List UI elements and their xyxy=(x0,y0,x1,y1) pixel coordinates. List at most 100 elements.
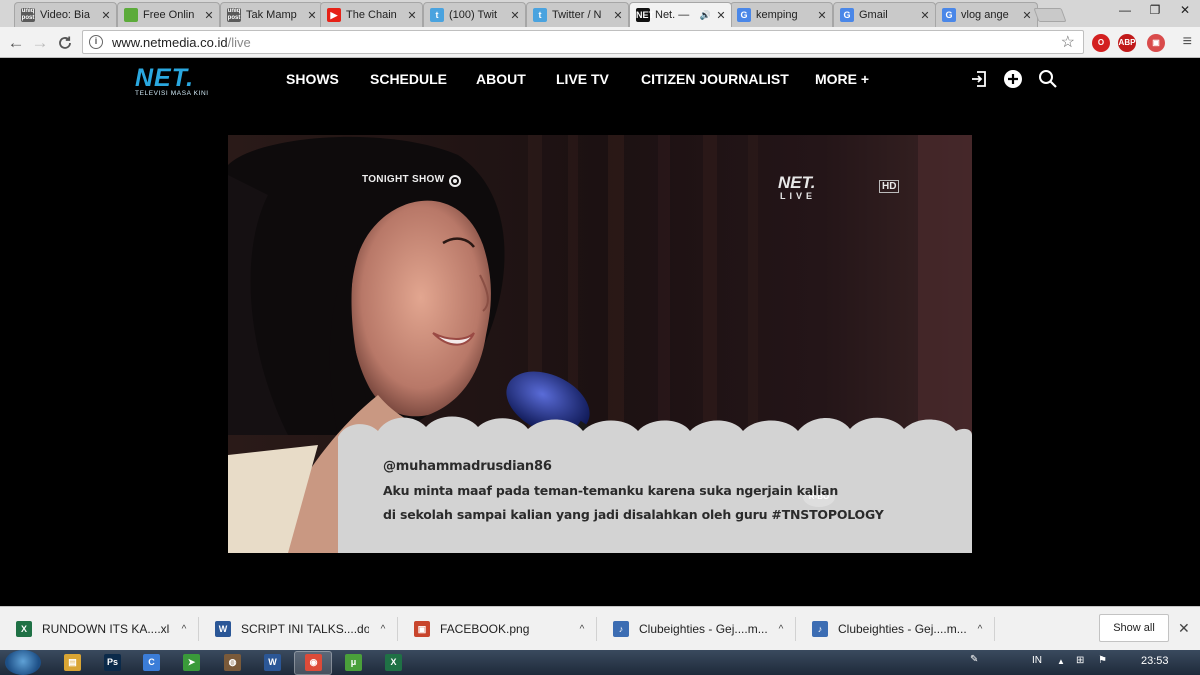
show-all-button[interactable]: Show all xyxy=(1099,614,1169,642)
photoshop-icon[interactable]: Ps xyxy=(104,654,121,671)
browser-tab[interactable]: Free Onlin ✕ xyxy=(117,2,220,27)
tab-close-icon[interactable]: ✕ xyxy=(919,9,931,22)
net-logo[interactable]: NET. TELEVISI MASA KINI xyxy=(135,66,227,98)
add-circle-icon[interactable] xyxy=(1003,69,1023,89)
start-button[interactable] xyxy=(5,650,41,675)
tab-close-icon[interactable]: ✕ xyxy=(509,9,521,22)
download-item[interactable]: W SCRIPT INI TALKS....docx ^ xyxy=(199,617,398,641)
net-icon: NET xyxy=(636,8,654,22)
browser-tab[interactable]: uniq post Video: Bia ✕ xyxy=(14,2,117,27)
word-icon[interactable]: W xyxy=(264,654,281,671)
word-file-icon: W xyxy=(215,621,231,637)
twitter-icon: t xyxy=(430,8,444,22)
new-tab-button[interactable] xyxy=(1033,8,1067,22)
nav-more[interactable]: MORE + xyxy=(815,71,869,87)
tab-title: Net. — xyxy=(655,9,690,21)
tab-title: Twitter / N xyxy=(552,9,602,21)
download-item[interactable]: ♪ Clubeighties - Gej....m... ^ xyxy=(597,617,796,641)
language-indicator[interactable]: IN xyxy=(1032,655,1042,666)
chevron-up-icon[interactable]: ^ xyxy=(369,624,397,635)
bookmark-star-icon[interactable]: ☆ xyxy=(1061,32,1075,52)
window-minimize-button[interactable]: — xyxy=(1110,0,1140,20)
back-button[interactable]: ← xyxy=(5,32,27,54)
close-download-bar-icon[interactable]: ✕ xyxy=(1178,620,1190,637)
reload-button[interactable] xyxy=(54,32,76,54)
browser-tab[interactable]: G Gmail ✕ xyxy=(833,2,936,27)
tab-close-icon[interactable]: ✕ xyxy=(612,9,624,22)
tab-close-icon[interactable]: ✕ xyxy=(203,9,215,22)
browser-tab[interactable]: uniq post Tak Mamp ✕ xyxy=(220,2,323,27)
window-close-button[interactable]: ✕ xyxy=(1170,0,1200,20)
download-arrow-icon xyxy=(124,8,138,22)
network-icon[interactable]: ⊞ xyxy=(1076,655,1084,666)
tray-expand-icon[interactable]: ▲ xyxy=(1057,657,1065,666)
clock[interactable]: 23:53 xyxy=(1141,655,1169,667)
arrow-app-icon[interactable]: ➤ xyxy=(183,654,200,671)
browser-tab[interactable]: Gkemping ✕ xyxy=(730,2,833,27)
site-info-icon[interactable]: i xyxy=(89,35,103,49)
adblock-ext-icon[interactable]: ABP xyxy=(1118,34,1136,52)
logo-wordmark: NET. xyxy=(135,64,195,92)
download-filename: FACEBOOK.png xyxy=(440,622,530,636)
nav-about[interactable]: ABOUT xyxy=(476,71,526,87)
nav-live-tv[interactable]: LIVE TV xyxy=(556,71,609,87)
tab-close-icon[interactable]: ✕ xyxy=(1021,9,1033,22)
google-icon: G xyxy=(840,8,854,22)
windows-taskbar: ▤ Ps C ➤ ◍ W ◉ μ X ✎ IN ▲ ⊞ ⚑ 23:53 xyxy=(0,650,1200,675)
download-filename: SCRIPT INI TALKS....docx xyxy=(241,622,369,636)
screen: uniq post Video: Bia ✕ Free Onlin ✕ uniq post… xyxy=(0,0,1200,675)
browser-tab[interactable]: ▶ The Chain ✕ xyxy=(320,2,423,27)
tab-close-icon[interactable]: ✕ xyxy=(306,9,318,22)
search-icon[interactable] xyxy=(1038,69,1058,89)
logo-tagline: TELEVISI MASA KINI xyxy=(135,90,209,97)
browser-tab[interactable]: t Twitter / N ✕ xyxy=(526,2,629,27)
browser-toolbar: ← → i www.netmedia.co.id/live ☆ O ABP ▣ ≡ xyxy=(0,27,1200,58)
tray-pen-icon[interactable]: ✎ xyxy=(970,654,978,665)
tab-close-icon[interactable]: ✕ xyxy=(406,9,418,22)
address-bar[interactable]: i www.netmedia.co.id/live ☆ xyxy=(82,30,1084,54)
excel-icon[interactable]: X xyxy=(385,654,402,671)
browser-tab-strip: uniq post Video: Bia ✕ Free Onlin ✕ uniq post… xyxy=(0,0,1200,27)
download-filename: Clubeighties - Gej....m... xyxy=(838,622,966,636)
explorer-icon[interactable]: ▤ xyxy=(64,654,81,671)
tab-close-icon[interactable]: ✕ xyxy=(100,9,112,22)
download-item[interactable]: ♪ Clubeighties - Gej....m... ^ xyxy=(796,617,995,641)
uniqpost-icon: uniq post xyxy=(21,8,35,22)
chevron-up-icon[interactable]: ^ xyxy=(568,624,596,635)
nav-schedule[interactable]: SCHEDULE xyxy=(370,71,447,87)
browser-menu-icon[interactable]: ≡ xyxy=(1183,33,1192,51)
opera-ext-icon[interactable]: O xyxy=(1092,34,1110,52)
nav-citizen-journalist[interactable]: CITIZEN JOURNALIST xyxy=(641,71,789,87)
tweet-handle: @muhammadrusdian86 xyxy=(383,459,552,474)
gift-ext-icon[interactable]: ▣ xyxy=(1147,34,1165,52)
app-c-icon[interactable]: C xyxy=(143,654,160,671)
paint-icon[interactable]: ◍ xyxy=(224,654,241,671)
download-bar: X RUNDOWN ITS KA....xls ^ W SCRIPT INI TALKS… xyxy=(0,606,1200,650)
chevron-up-icon[interactable]: ^ xyxy=(767,624,795,635)
nav-shows[interactable]: SHOWS xyxy=(286,71,339,87)
reload-icon xyxy=(59,36,71,49)
browser-tab[interactable]: t (100) Twit ✕ xyxy=(423,2,526,27)
tab-close-icon[interactable]: ✕ xyxy=(715,9,727,22)
download-item[interactable]: X RUNDOWN ITS KA....xls ^ xyxy=(0,617,199,641)
window-maximize-button[interactable]: ❐ xyxy=(1140,0,1170,20)
chevron-up-icon[interactable]: ^ xyxy=(966,624,994,635)
flag-icon[interactable]: ⚑ xyxy=(1098,655,1107,666)
utorrent-icon[interactable]: μ xyxy=(345,654,362,671)
record-dot-icon xyxy=(449,175,461,187)
chrome-icon[interactable]: ◉ xyxy=(305,654,322,671)
browser-tab[interactable]: NET Net. — 🔊 ✕ xyxy=(629,2,732,27)
download-item[interactable]: ▣ FACEBOOK.png ^ xyxy=(398,617,597,641)
login-icon[interactable] xyxy=(969,69,989,89)
url-path: /live xyxy=(227,34,251,50)
live-video-player[interactable]: TONIGHT SHOW NET. LIVE HD R-BO @muhammad… xyxy=(228,135,972,553)
tab-title: vlog ange xyxy=(961,9,1009,21)
audio-playing-icon[interactable]: 🔊 xyxy=(700,10,711,21)
forward-button[interactable]: → xyxy=(29,32,51,54)
chevron-up-icon[interactable]: ^ xyxy=(170,624,198,635)
audio-file-icon: ♪ xyxy=(812,621,828,637)
tab-close-icon[interactable]: ✕ xyxy=(816,9,828,22)
uniqpost-icon: uniq post xyxy=(227,8,241,22)
download-filename: Clubeighties - Gej....m... xyxy=(639,622,767,636)
browser-tab[interactable]: Gvlog ange ✕ xyxy=(935,2,1038,27)
